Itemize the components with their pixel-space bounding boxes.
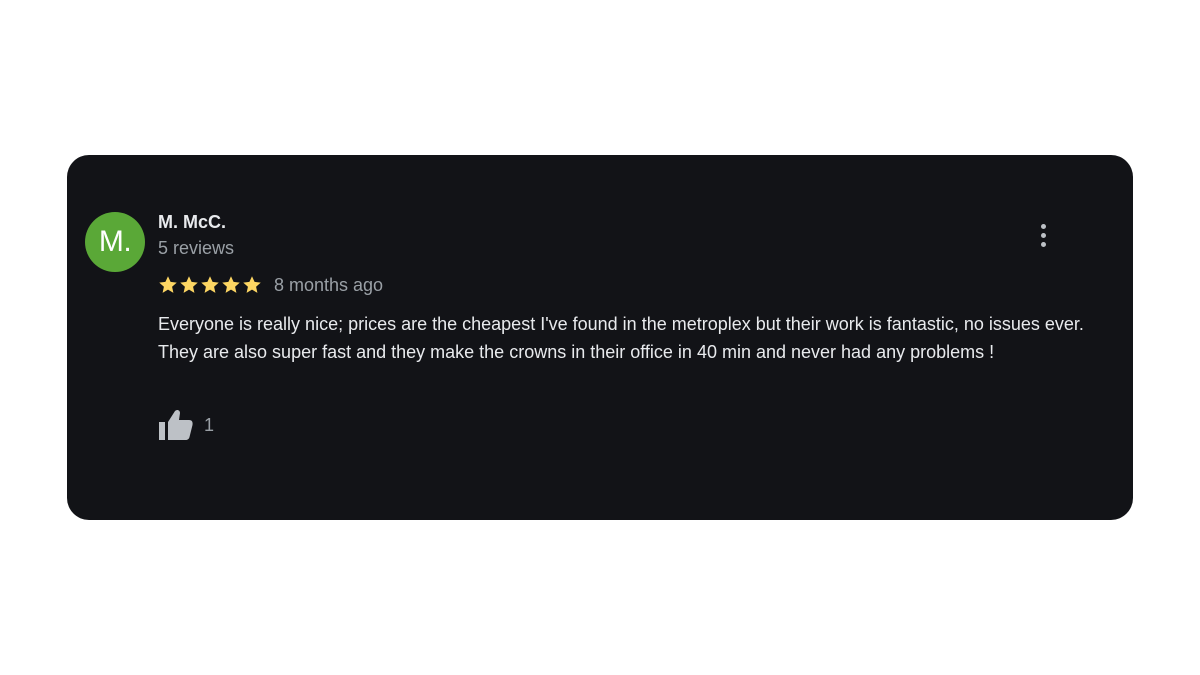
review-date: 8 months ago — [274, 274, 384, 295]
review-text: Everyone is really nice; prices are the … — [158, 314, 1084, 362]
like-button[interactable]: 1 — [158, 408, 214, 442]
star-icon — [159, 276, 177, 293]
more-vert-icon-dot-middle — [1041, 233, 1046, 238]
rating-row: 8 months ago — [158, 272, 383, 298]
star-rating — [158, 275, 262, 295]
more-options-button[interactable] — [1033, 221, 1053, 251]
author-name[interactable]: M. McC. — [158, 212, 226, 233]
star-icon — [222, 276, 240, 293]
review-card: M. M. McC. 5 reviews 8 months ago Everyo… — [67, 155, 1133, 520]
thumbs-up-icon — [159, 409, 193, 440]
avatar[interactable]: M. — [85, 212, 145, 272]
more-vert-icon-dot-bottom — [1041, 242, 1046, 247]
like-count: 1 — [204, 414, 215, 435]
star-icon — [201, 276, 219, 293]
star-icon — [180, 276, 198, 293]
more-vert-icon-dot-top — [1041, 224, 1046, 229]
star-icon — [243, 276, 261, 293]
review-count[interactable]: 5 reviews — [158, 238, 234, 259]
